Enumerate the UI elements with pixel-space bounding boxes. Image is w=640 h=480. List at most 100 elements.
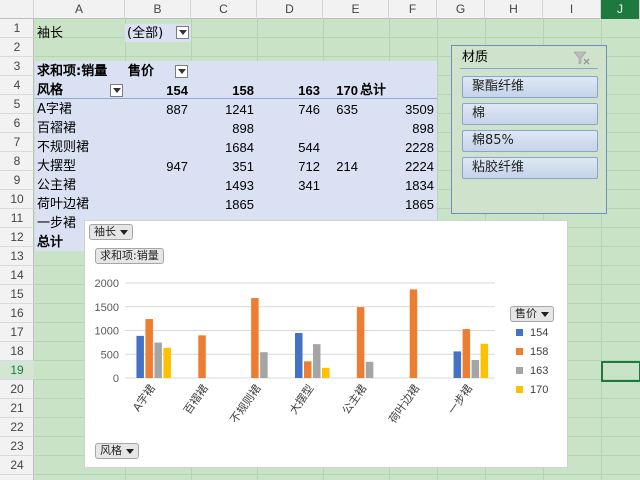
row-header-22[interactable]: 22 (0, 418, 34, 437)
row-header-20[interactable]: 20 (0, 380, 34, 399)
bar-158 (304, 361, 312, 378)
pivot-value-cell: 712 (298, 159, 320, 174)
row-header-3[interactable]: 3 (0, 57, 34, 76)
bar-158 (198, 335, 206, 378)
y-tick-label: 500 (101, 349, 119, 361)
pivot-value-cell (125, 138, 188, 157)
y-tick-label: 0 (113, 373, 119, 385)
bar-158 (462, 329, 471, 378)
column-header-c[interactable]: C (191, 0, 257, 19)
pivot-value-cell (257, 195, 320, 214)
row-header-8[interactable]: 8 (0, 152, 34, 171)
pivot-value-cell (125, 119, 188, 138)
select-all-corner[interactable] (0, 0, 34, 19)
slicer-item[interactable]: 棉 (462, 103, 598, 125)
row-header-4[interactable]: 4 (0, 76, 34, 95)
legend-swatch (516, 367, 523, 374)
column-header-f[interactable]: F (389, 0, 437, 19)
column-header-h[interactable]: H (485, 0, 543, 19)
row-header-6[interactable]: 6 (0, 114, 34, 133)
row-header-1[interactable]: 1 (0, 19, 34, 38)
legend-swatch (516, 386, 523, 393)
active-cell-cursor[interactable] (601, 361, 640, 382)
legend-label: 154 (530, 327, 548, 339)
row-header-13[interactable]: 13 (0, 247, 34, 266)
bar-158 (251, 298, 259, 378)
pivot-value-cell: 898 (232, 121, 254, 136)
row-header-bar: 1 2 3 4 5 6 7 8 9 10 11 12 13 14 15 16 17 18 19 20 21 22 23 24 (0, 19, 34, 480)
pivot-column-field[interactable]: 售价 (128, 62, 154, 81)
row-header-23[interactable]: 23 (0, 437, 34, 456)
pivot-col-header-170: 170 (336, 83, 358, 98)
pivot-value-cell: 544 (298, 140, 320, 155)
pivot-value-cell: 341 (298, 178, 320, 193)
row-field-dropdown-icon[interactable] (110, 84, 123, 97)
column-header-e[interactable]: E (323, 0, 389, 19)
x-category-label: 大摆型 (286, 382, 316, 417)
row-header-17[interactable]: 17 (0, 323, 34, 342)
pivot-row-label: 不规则裙 (37, 140, 90, 155)
pivot-value-field[interactable]: 求和项:销量 (37, 62, 107, 81)
row-header-7[interactable]: 7 (0, 133, 34, 152)
bar-163 (154, 342, 162, 378)
pivot-chart[interactable]: 袖长 求和项:销量 售价 风格 0 500 1000 1500 2000 A字裙 百褶裙 不规… (84, 220, 568, 468)
legend-swatch (516, 329, 523, 336)
row-header-16[interactable]: 16 (0, 304, 34, 323)
row-header-9[interactable]: 9 (0, 171, 34, 190)
column-header-d[interactable]: D (257, 0, 323, 19)
row-header-5[interactable]: 5 (0, 95, 34, 114)
slicer-divider (460, 68, 598, 69)
bar-158 (145, 319, 153, 378)
y-tick-label: 1500 (95, 302, 119, 314)
pivot-value-cell: 2224 (405, 159, 434, 174)
x-category-label: 不规则裙 (227, 382, 264, 426)
pivot-value-cell (323, 195, 358, 214)
grid-hline (34, 474, 640, 475)
row-header-2[interactable]: 2 (0, 38, 34, 57)
pivot-row-label: A字裙 (37, 102, 72, 117)
row-header-18[interactable]: 18 (0, 342, 34, 361)
column-header-a[interactable]: A (34, 0, 125, 19)
pivot-value-cell: 1241 (225, 102, 254, 117)
filter-value-cell[interactable]: (全部) (125, 24, 191, 42)
row-header-11[interactable]: 11 (0, 209, 34, 228)
filter-dropdown-icon[interactable] (176, 26, 189, 39)
y-tick-label: 2000 (95, 278, 119, 290)
pivot-value-cell: 1493 (225, 178, 254, 193)
row-header-15[interactable]: 15 (0, 285, 34, 304)
pivot-col-header-total: 总计 (360, 83, 387, 98)
column-header-j[interactable]: J (601, 0, 640, 19)
pivot-col-header-154: 154 (166, 83, 188, 98)
pivot-value-cell (125, 195, 188, 214)
row-header-19[interactable]: 19 (0, 361, 34, 380)
legend-label: 163 (530, 365, 548, 377)
bar-154 (295, 333, 303, 378)
column-header-i[interactable]: I (543, 0, 601, 19)
row-header-10[interactable]: 10 (0, 190, 34, 209)
slicer-item[interactable]: 粘胶纤维 (462, 157, 598, 179)
clear-filter-icon[interactable] (573, 50, 591, 66)
row-header-14[interactable]: 14 (0, 266, 34, 285)
column-header-g[interactable]: G (437, 0, 485, 19)
pivot-row-field[interactable]: 风格 (37, 81, 63, 100)
x-category-label: A字裙 (129, 382, 157, 414)
pivot-value-cell: 635 (336, 102, 358, 117)
column-field-dropdown-icon[interactable] (175, 65, 188, 78)
bar-163 (313, 344, 321, 378)
slicer-item[interactable]: 聚酯纤维 (462, 76, 598, 98)
pivot-value-cell (125, 176, 188, 195)
slicer-item[interactable]: 棉85% (462, 130, 598, 152)
slicer-panel[interactable]: 材质 聚酯纤维 棉 棉85% 粘胶纤维 (451, 45, 607, 214)
slicer-title: 材质 (462, 50, 489, 65)
row-header-12[interactable]: 12 (0, 228, 34, 247)
pivot-value-cell: 1684 (225, 140, 254, 155)
pivot-value-cell: 2228 (405, 140, 434, 155)
pivot-value-cell: 887 (166, 102, 188, 117)
chart-plot-area: 0 500 1000 1500 2000 A字裙 百褶裙 不规则裙 大摆型 公主裙 荷叶边裙 一步裙 1… (95, 278, 549, 426)
pivot-value-cell: 1834 (405, 178, 434, 193)
row-header-21[interactable]: 21 (0, 399, 34, 418)
row-header-24[interactable]: 24 (0, 456, 34, 475)
bar-158 (409, 289, 418, 378)
filter-label: 袖长 (37, 26, 64, 41)
column-header-b[interactable]: B (125, 0, 191, 19)
